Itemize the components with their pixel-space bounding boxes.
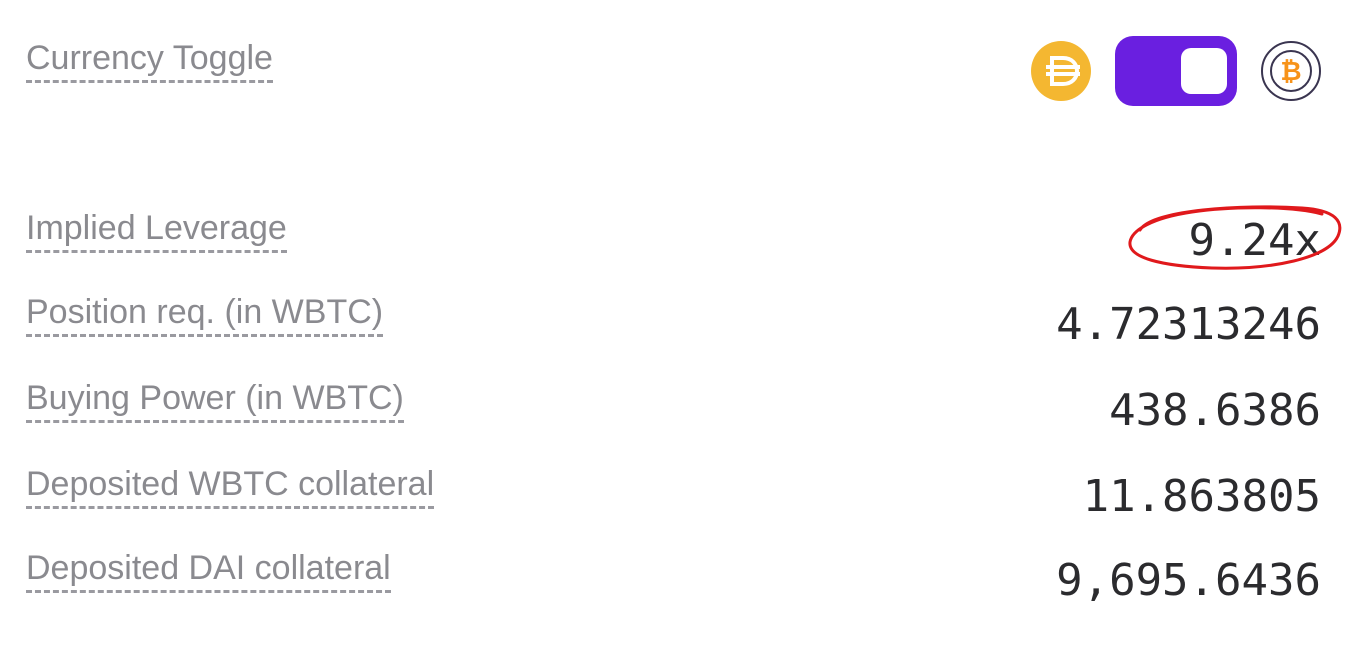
svg-text:₿: ₿ [1280, 57, 1301, 87]
implied-leverage-value: 9.24x [1188, 215, 1321, 266]
deposited-wbtc-label: Deposited WBTC collateral [26, 464, 435, 509]
currency-toggle-group: ₿ [1031, 36, 1321, 106]
deposited-wbtc-value: 11.863805 [1082, 471, 1321, 522]
deposited-dai-value: 9,695.6436 [1056, 555, 1321, 606]
position-req-value: 4.72313246 [1056, 299, 1321, 350]
btc-icon[interactable]: ₿ [1261, 41, 1321, 101]
bitcoin-symbol-icon: ₿ [1270, 50, 1312, 92]
implied-leverage-label: Implied Leverage [26, 208, 287, 253]
currency-toggle-knob [1181, 48, 1227, 94]
position-req-label: Position req. (in WBTC) [26, 292, 384, 337]
buying-power-label: Buying Power (in WBTC) [26, 378, 404, 423]
dai-icon[interactable] [1031, 41, 1091, 101]
buying-power-value: 438.6386 [1109, 385, 1321, 436]
currency-toggle-label: Currency Toggle [26, 38, 273, 83]
dai-symbol-icon [1046, 56, 1080, 86]
deposited-dai-label: Deposited DAI collateral [26, 548, 391, 593]
currency-toggle-switch[interactable] [1115, 36, 1237, 106]
